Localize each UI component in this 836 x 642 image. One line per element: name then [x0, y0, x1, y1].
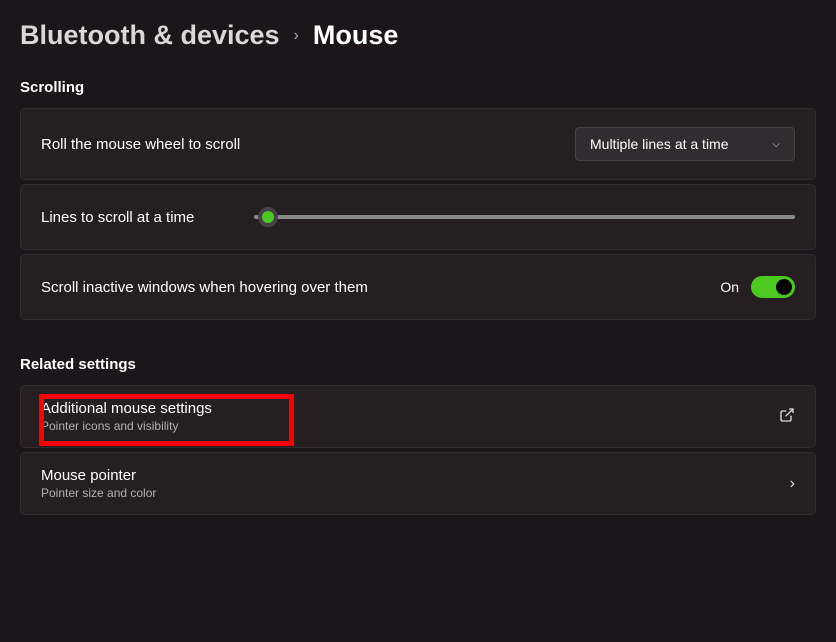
additional-mouse-title: Additional mouse settings [41, 400, 212, 417]
breadcrumb-parent[interactable]: Bluetooth & devices [20, 20, 280, 51]
toggle-knob [776, 279, 792, 295]
wheel-scroll-dropdown[interactable]: Multiple lines at a time ⌵ [575, 127, 795, 161]
additional-mouse-settings-link[interactable]: Additional mouse settings Pointer icons … [20, 385, 816, 448]
mouse-pointer-subtitle: Pointer size and color [41, 486, 156, 500]
lines-scroll-label: Lines to scroll at a time [41, 209, 194, 226]
lines-scroll-slider[interactable] [254, 215, 795, 219]
wheel-scroll-setting: Roll the mouse wheel to scroll Multiple … [20, 108, 816, 180]
external-link-icon [779, 407, 795, 426]
mouse-pointer-title: Mouse pointer [41, 467, 156, 484]
chevron-right-icon: › [294, 27, 299, 45]
chevron-down-icon: ⌵ [772, 139, 780, 150]
inactive-scroll-label: Scroll inactive windows when hovering ov… [41, 279, 368, 296]
chevron-right-icon: › [790, 475, 795, 493]
breadcrumb-current: Mouse [313, 20, 399, 51]
wheel-scroll-value: Multiple lines at a time [590, 136, 729, 152]
related-section-header: Related settings [20, 356, 816, 373]
slider-track[interactable] [254, 215, 795, 219]
breadcrumb: Bluetooth & devices › Mouse [20, 20, 816, 51]
wheel-scroll-label: Roll the mouse wheel to scroll [41, 136, 240, 153]
scrolling-section-header: Scrolling [20, 79, 816, 96]
mouse-pointer-link[interactable]: Mouse pointer Pointer size and color › [20, 452, 816, 515]
inactive-scroll-toggle[interactable] [751, 276, 795, 298]
slider-thumb[interactable] [258, 207, 278, 227]
additional-mouse-subtitle: Pointer icons and visibility [41, 419, 212, 433]
lines-scroll-setting: Lines to scroll at a time [20, 184, 816, 250]
inactive-scroll-setting: Scroll inactive windows when hovering ov… [20, 254, 816, 320]
inactive-scroll-toggle-group: On [720, 276, 795, 298]
inactive-scroll-state-label: On [720, 279, 739, 295]
